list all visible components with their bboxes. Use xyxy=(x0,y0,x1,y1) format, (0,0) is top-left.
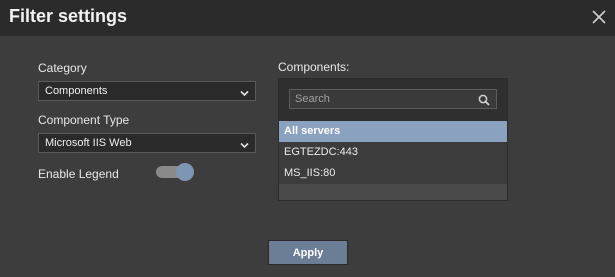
search-input[interactable] xyxy=(295,91,465,107)
search-box[interactable] xyxy=(289,89,497,109)
list-item-all-servers[interactable]: All servers xyxy=(279,121,507,142)
enable-legend-toggle[interactable] xyxy=(156,163,194,181)
chevron-down-icon xyxy=(240,140,249,149)
apply-button[interactable]: Apply xyxy=(268,240,348,265)
category-label: Category xyxy=(38,61,87,75)
components-label: Components: xyxy=(278,60,350,74)
component-type-label: Component Type xyxy=(38,113,130,127)
search-icon[interactable] xyxy=(478,93,490,106)
dialog-header: Filter settings xyxy=(0,0,615,36)
dialog-title: Filter settings xyxy=(9,6,128,26)
category-select[interactable]: Components xyxy=(38,81,256,101)
chevron-down-icon xyxy=(240,88,249,97)
component-type-select[interactable]: Microsoft IIS Web xyxy=(38,133,256,153)
list-item-ms-iis[interactable]: MS_IIS:80 xyxy=(279,163,507,184)
toggle-knob xyxy=(176,163,194,181)
list-item-egtezdc[interactable]: EGTEZDC:443 xyxy=(279,142,507,163)
enable-legend-label: Enable Legend xyxy=(38,167,119,181)
search-area xyxy=(279,79,507,121)
components-panel: All servers EGTEZDC:443 MS_IIS:80 xyxy=(278,78,508,201)
category-selected-value: Components xyxy=(45,85,108,97)
component-type-selected-value: Microsoft IIS Web xyxy=(45,137,132,149)
close-icon[interactable] xyxy=(591,9,607,25)
